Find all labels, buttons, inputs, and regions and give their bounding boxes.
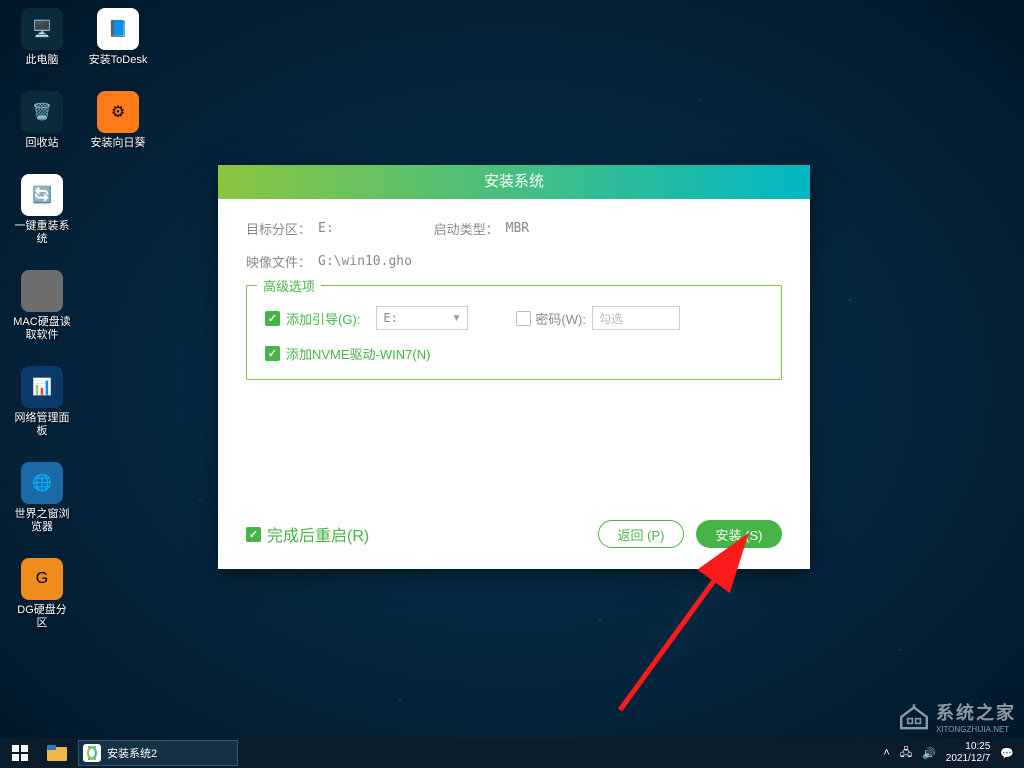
image-file-label: 映像文件：	[246, 252, 318, 271]
target-partition-value: E:	[318, 221, 334, 236]
password-input[interactable]: 勾选	[592, 306, 680, 330]
taskbar: 安装系统2 ˄ 🖧 🔊 10:25 2021/12/7 💬	[0, 738, 1024, 768]
tray-volume-icon[interactable]: 🔊	[922, 747, 936, 760]
tray-up-icon[interactable]: ˄	[883, 747, 889, 759]
taskbar-clock[interactable]: 10:25 2021/12/7	[946, 741, 991, 765]
install-dialog: 安装系统 目标分区： E: 启动类型： MBR 映像文件： G:\win10.g…	[218, 165, 810, 569]
mac-disk-icon-glyph	[21, 270, 63, 312]
todesk-icon-glyph: 📘	[97, 8, 139, 50]
task-app-icon	[83, 744, 101, 762]
restart-checkbox[interactable]: ✓ 完成后重启(R)	[246, 522, 369, 546]
check-icon: ✓	[246, 527, 261, 542]
image-file-value: G:\win10.gho	[318, 254, 412, 269]
netpanel-icon[interactable]: 📊网络管理面板	[12, 366, 72, 438]
boot-type-label: 启动类型：	[434, 219, 506, 238]
sunflower-icon[interactable]: ⚙安装向日葵	[88, 91, 148, 150]
desktop: 🖥️此电脑 🗑️回收站 🔄一键重装系统 MAC硬盘读取软件 📊网络管理面板 🌐世界之窗浏览…	[0, 0, 1024, 738]
reinstall-icon-glyph: 🔄	[21, 174, 63, 216]
mac-disk-icon[interactable]: MAC硬盘读取软件	[12, 270, 72, 342]
password-checkbox[interactable]	[516, 311, 531, 326]
advanced-title: 高级选项	[257, 276, 321, 295]
check-icon: ✓	[265, 311, 280, 326]
checkbox-empty-icon	[516, 311, 531, 326]
tray-notification-icon[interactable]: 💬	[1000, 747, 1014, 760]
taskbar-task-install[interactable]: 安装系统2	[78, 740, 238, 766]
dialog-title: 安装系统	[218, 165, 810, 199]
world-browser-icon-glyph: 🌐	[21, 462, 63, 504]
add-boot-checkbox[interactable]: ✓ 添加引导(G):	[265, 309, 360, 328]
tray-network-icon[interactable]: 🖧	[900, 744, 912, 763]
todesk-icon[interactable]: 📘安装ToDesk	[88, 8, 148, 67]
pc-icon[interactable]: 🖥️此电脑	[12, 8, 72, 67]
back-button[interactable]: 返回 (P)	[598, 520, 684, 548]
recycle-icon-glyph: 🗑️	[21, 91, 63, 133]
password-label: 密码(W):	[535, 309, 586, 328]
netpanel-icon-glyph: 📊	[21, 366, 63, 408]
pc-icon-glyph: 🖥️	[21, 8, 63, 50]
chevron-down-icon: ▼	[451, 313, 461, 324]
boot-drive-select[interactable]: E: ▼	[376, 306, 468, 330]
watermark: 系统之家 XITONGZHIJIA.NET	[898, 699, 1016, 734]
start-button[interactable]	[0, 738, 40, 768]
boot-type-value: MBR	[506, 221, 529, 236]
world-browser-icon[interactable]: 🌐世界之窗浏览器	[12, 462, 72, 534]
explorer-icon[interactable]	[40, 738, 74, 768]
sunflower-icon-glyph: ⚙	[97, 91, 139, 133]
windows-icon	[12, 745, 28, 761]
dg-icon[interactable]: GDG硬盘分区	[12, 558, 72, 630]
install-button[interactable]: 安装 (S)	[696, 520, 782, 548]
house-icon	[898, 704, 930, 730]
recycle-icon[interactable]: 🗑️回收站	[12, 91, 72, 150]
check-icon: ✓	[265, 346, 280, 361]
target-partition-label: 目标分区：	[246, 219, 318, 238]
reinstall-icon[interactable]: 🔄一键重装系统	[12, 174, 72, 246]
dg-icon-glyph: G	[21, 558, 63, 600]
add-nvme-checkbox[interactable]: ✓ 添加NVME驱动-WIN7(N)	[265, 344, 430, 363]
advanced-fieldset: 高级选项 ✓ 添加引导(G): E: ▼ 密码(W): 勾选	[246, 285, 782, 380]
